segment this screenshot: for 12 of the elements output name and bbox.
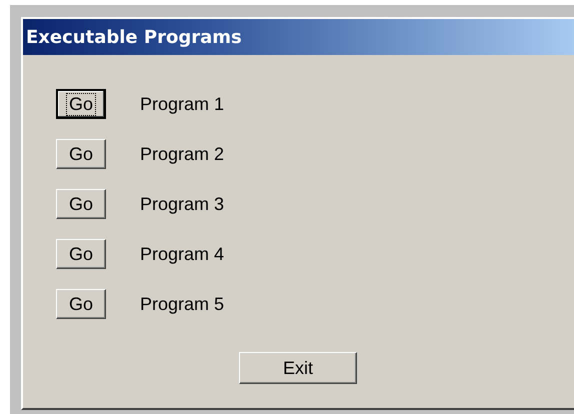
go-button[interactable]: Go <box>56 239 106 269</box>
exit-button[interactable]: Exit <box>239 352 357 384</box>
program-label: Program 2 <box>140 144 224 164</box>
go-button[interactable]: Go <box>56 139 106 169</box>
program-label: Program 5 <box>140 294 224 314</box>
program-label: Program 1 <box>140 94 224 114</box>
go-button[interactable]: Go <box>56 189 106 219</box>
program-label: Program 3 <box>140 194 224 214</box>
go-button[interactable]: Go <box>56 289 106 319</box>
program-label: Program 4 <box>140 244 224 264</box>
go-button[interactable]: Go <box>56 89 106 119</box>
window-title: Executable Programs <box>26 26 242 48</box>
